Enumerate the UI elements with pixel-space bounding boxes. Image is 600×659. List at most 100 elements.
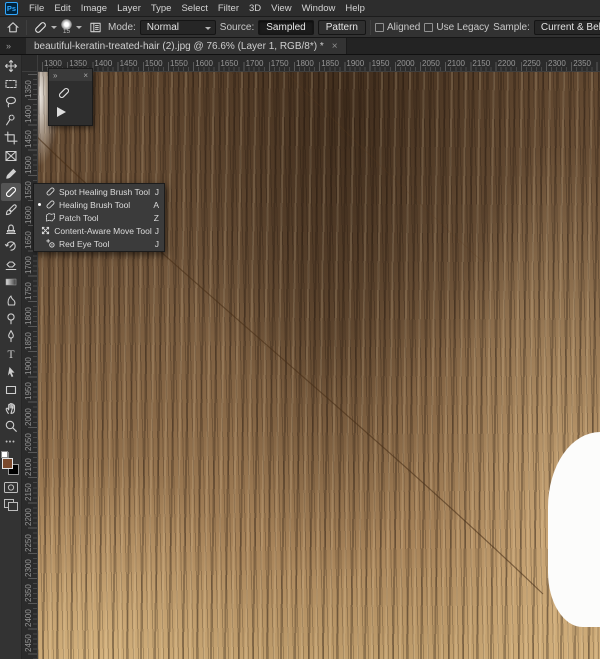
chevron-down-icon[interactable] xyxy=(76,25,82,29)
menu-window[interactable]: Window xyxy=(297,3,341,14)
healing-brush-icon xyxy=(58,87,70,99)
quick-mask-mode-icon[interactable] xyxy=(3,481,19,494)
tool-dodge[interactable] xyxy=(1,309,21,327)
ruler-tick-label: 1750 xyxy=(270,59,289,68)
edit-toolbar-button[interactable]: ••• xyxy=(5,435,15,449)
flyout-item-patch[interactable]: Patch Tool Z xyxy=(34,211,164,224)
zoom-icon xyxy=(5,420,17,432)
document-tab[interactable]: beautiful-keratin-treated-hair (2).jpg @… xyxy=(26,38,347,54)
tool-crop[interactable] xyxy=(1,129,21,147)
mode-label: Mode: xyxy=(108,21,136,33)
ruler-tick-label: 2200 xyxy=(497,59,516,68)
flyout-item-label: Spot Healing Brush Tool xyxy=(59,186,151,197)
ruler-tick-label: 1450 xyxy=(24,130,33,149)
horizontal-ruler[interactable]: 1300 1350 1400 1450 1500 1550 1600 1650 1700 1750… xyxy=(38,55,600,72)
ruler-tick-label: 1850 xyxy=(321,59,339,68)
ruler-origin-corner[interactable] xyxy=(22,55,38,72)
tool-zoom[interactable] xyxy=(1,417,21,435)
menu-image[interactable]: Image xyxy=(76,3,112,14)
play-icon[interactable] xyxy=(57,107,66,117)
ruler-tick-label: 2100 xyxy=(24,458,33,476)
menu-edit[interactable]: Edit xyxy=(49,3,75,14)
ruler-tick-label: 2050 xyxy=(422,59,440,68)
tool-clone-stamp[interactable] xyxy=(1,219,21,237)
flyout-item-healing-brush[interactable]: Healing Brush Tool A xyxy=(34,198,164,211)
tool-eraser[interactable] xyxy=(1,255,21,273)
flyout-item-shortcut: J xyxy=(154,225,159,236)
tool-preset-button[interactable] xyxy=(31,18,57,36)
tool-type[interactable]: T xyxy=(1,345,21,363)
spot-healing-brush-icon xyxy=(45,186,56,197)
menu-layer[interactable]: Layer xyxy=(112,3,146,14)
ruler-tick-label: 2000 xyxy=(396,59,415,68)
menu-help[interactable]: Help xyxy=(340,3,370,14)
tool-frame[interactable] xyxy=(1,147,21,165)
tool-gradient[interactable] xyxy=(1,273,21,291)
red-eye-icon xyxy=(45,238,56,249)
foreground-color-swatch[interactable] xyxy=(1,458,13,469)
ruler-tick-label: 1300 xyxy=(44,59,62,68)
tool-smudge[interactable] xyxy=(1,291,21,309)
tool-quick-selection[interactable] xyxy=(1,111,21,129)
menu-type[interactable]: Type xyxy=(146,3,177,14)
tool-healing-brush[interactable] xyxy=(0,183,21,201)
flyout-item-red-eye[interactable]: Red Eye Tool J xyxy=(34,237,164,250)
menu-file[interactable]: File xyxy=(24,3,49,14)
menu-filter[interactable]: Filter xyxy=(213,3,244,14)
healing-brush-icon[interactable] xyxy=(57,86,92,100)
chevron-down-icon xyxy=(204,26,211,30)
flyout-item-content-aware-move[interactable]: Content-Aware Move Tool J xyxy=(34,224,164,237)
ruler-tick-label: 2150 xyxy=(24,483,33,502)
close-icon[interactable]: × xyxy=(83,71,88,80)
document-tab-title: beautiful-keratin-treated-hair (2).jpg @… xyxy=(34,40,324,52)
frame-icon xyxy=(4,150,17,162)
brush-size-picker[interactable]: 15 xyxy=(61,18,72,36)
tool-pen[interactable] xyxy=(1,327,21,345)
ruler-tick-label: 1800 xyxy=(296,59,314,68)
divider xyxy=(26,19,27,35)
tool-history-brush[interactable] xyxy=(1,237,21,255)
floating-mini-panel[interactable]: » × xyxy=(48,68,93,126)
sample-label: Sample: xyxy=(493,21,530,33)
menu-select[interactable]: Select xyxy=(176,3,212,14)
screen-mode-icon[interactable] xyxy=(3,498,19,512)
canvas[interactable] xyxy=(38,72,600,659)
patch-icon xyxy=(45,212,56,223)
menu-3d[interactable]: 3D xyxy=(244,3,266,14)
flyout-item-shortcut: A xyxy=(153,199,159,210)
tab-close-icon[interactable]: × xyxy=(332,41,338,52)
use-legacy-checkbox[interactable]: Use Legacy xyxy=(424,22,489,33)
home-icon[interactable] xyxy=(4,18,22,36)
vertical-ruler[interactable]: 1350 1400 1450 1500 1550 1600 1650 1700 1750 1800… xyxy=(22,72,38,659)
menu-bar: Ps File Edit Image Layer Type Select Filter 3D V… xyxy=(0,0,600,17)
ruler-tick-label: 1950 xyxy=(24,382,33,401)
ruler-tick-label: 1550 xyxy=(170,59,188,68)
collapse-chevron-icon[interactable]: » xyxy=(53,71,57,80)
color-swatches[interactable] xyxy=(0,451,21,477)
tool-brush[interactable] xyxy=(1,201,21,219)
quick-selection-icon xyxy=(5,114,15,126)
ruler-tick-label: 2100 xyxy=(447,59,465,68)
tool-rectangle[interactable] xyxy=(1,381,21,399)
mode-dropdown[interactable]: Normal xyxy=(139,19,216,35)
tool-rectangular-marquee[interactable] xyxy=(1,75,21,93)
ruler-tick-label: 1800 xyxy=(24,307,33,325)
menu-view[interactable]: View xyxy=(266,3,296,14)
source-sampled-button[interactable]: Sampled xyxy=(258,19,314,35)
tool-lasso[interactable] xyxy=(1,93,21,111)
brush-settings-panel-icon[interactable] xyxy=(86,18,104,36)
aligned-checkbox[interactable]: Aligned xyxy=(374,22,420,33)
tool-move[interactable] xyxy=(1,57,21,75)
tool-path-selection[interactable] xyxy=(1,363,21,381)
source-label: Source: xyxy=(219,21,255,33)
tool-hand[interactable] xyxy=(1,399,21,417)
flyout-item-spot-healing-brush[interactable]: Spot Healing Brush Tool J xyxy=(34,185,164,198)
tool-eyedropper[interactable] xyxy=(1,165,21,183)
rectangle-icon xyxy=(5,385,16,395)
source-pattern-button[interactable]: Pattern xyxy=(317,19,366,35)
photoshop-logo-icon[interactable]: Ps xyxy=(5,1,18,15)
tab-overflow-chevron[interactable]: » xyxy=(0,38,26,54)
sample-dropdown[interactable]: Current & Below xyxy=(533,19,600,35)
mini-panel-header: » × xyxy=(49,69,92,81)
ruler-tick-label: 1850 xyxy=(24,332,33,350)
